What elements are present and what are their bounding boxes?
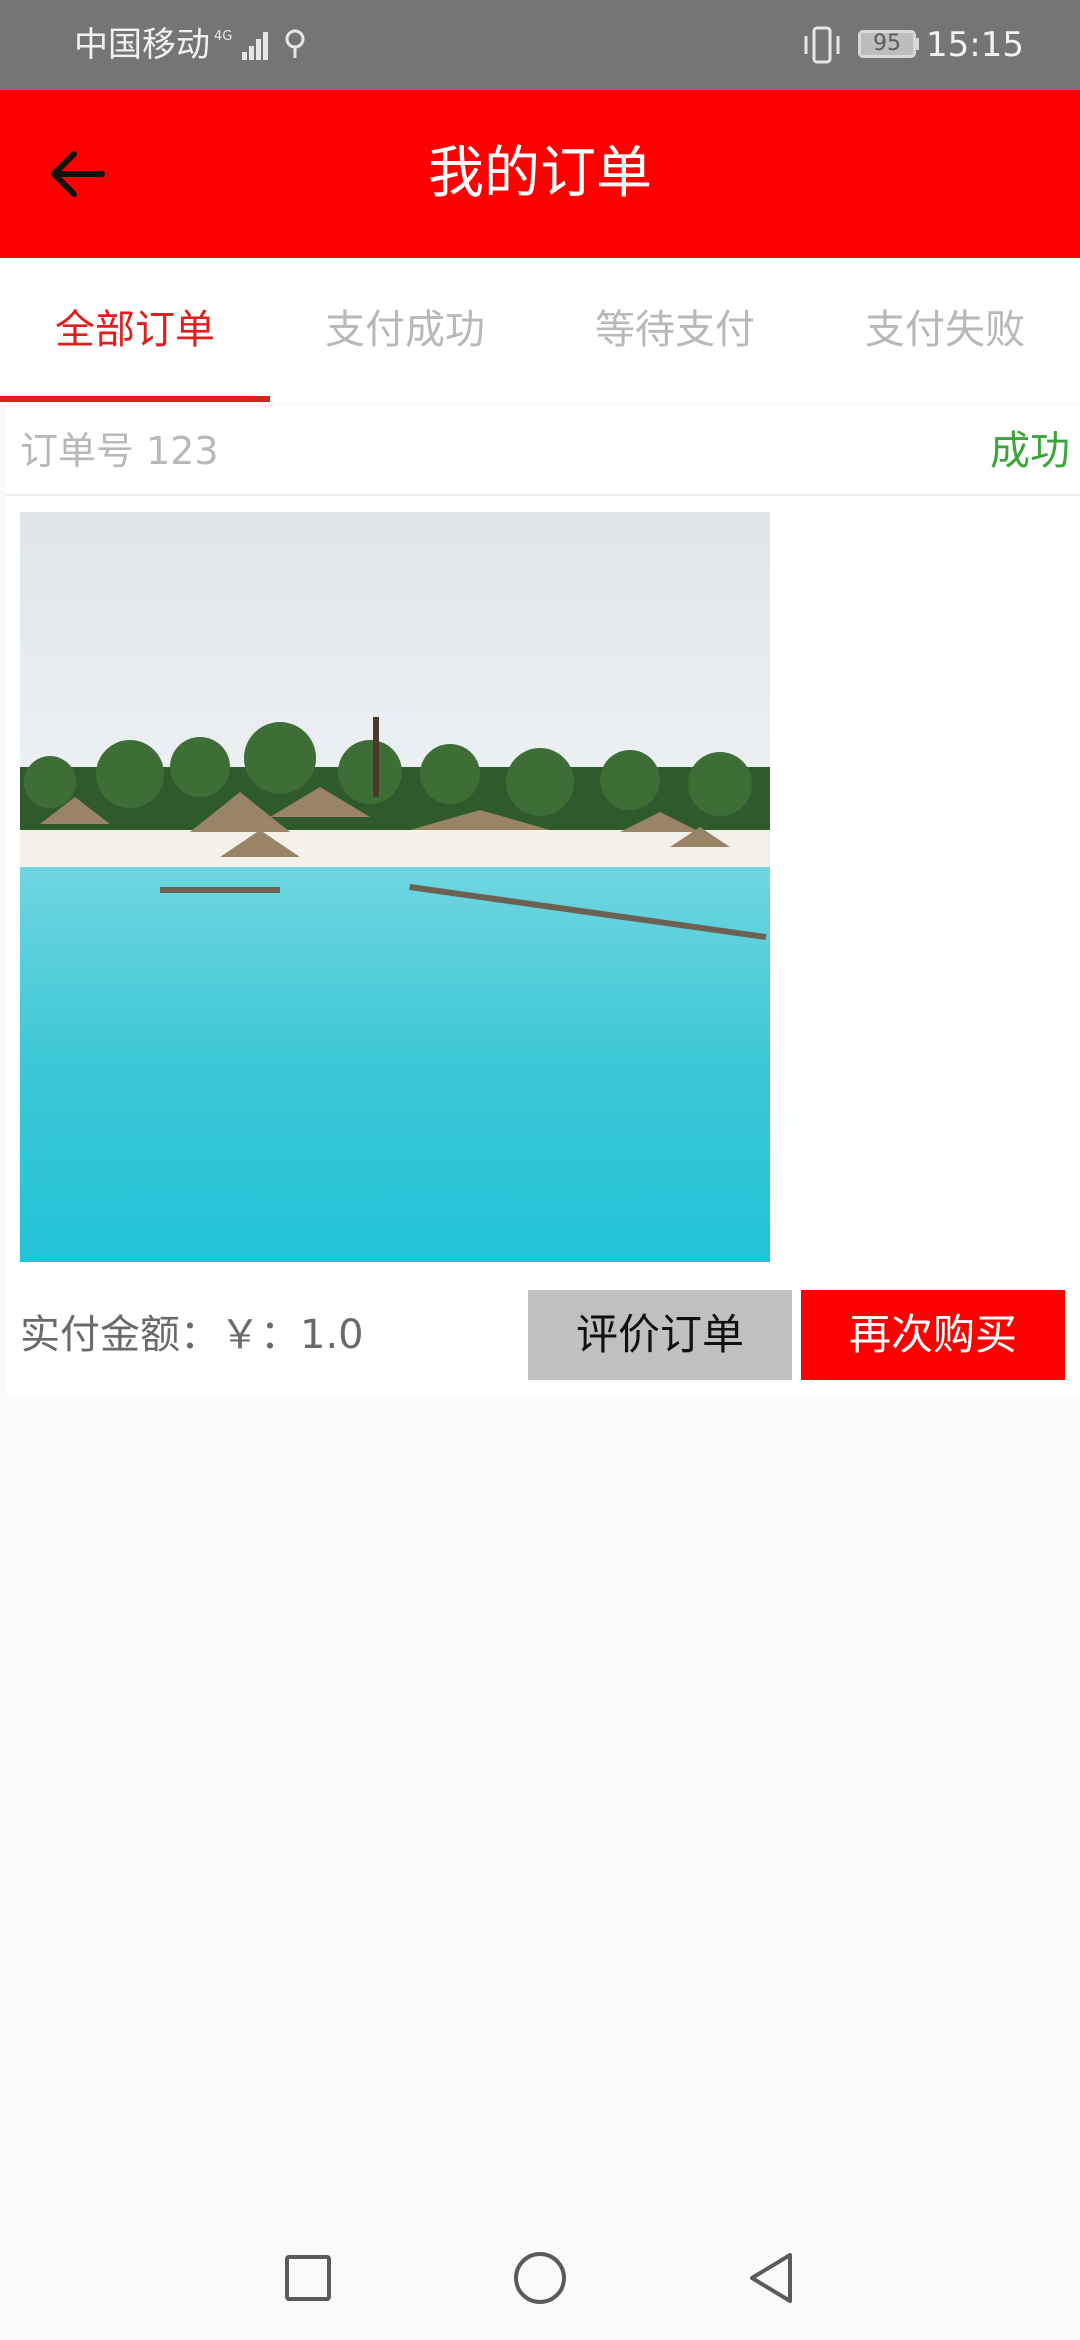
order-card[interactable]: 订单号 123 成功 实付金额：￥：1.0 评价订单 再次购买 [6, 406, 1080, 1396]
tab-pending[interactable]: 等待支付 [540, 258, 810, 402]
tab-all-orders[interactable]: 全部订单 [0, 258, 270, 402]
review-order-button[interactable]: 评价订单 [528, 1290, 792, 1380]
tab-label: 等待支付 [595, 307, 755, 353]
page-title: 我的订单 [428, 141, 652, 206]
location-icon [285, 29, 305, 58]
order-header: 订单号 123 成功 [6, 406, 1080, 496]
status-bar: 中国移动 4G 95 15:15 [0, 0, 1080, 90]
order-number: 订单号 123 [20, 429, 219, 473]
arrow-left-icon[interactable] [40, 138, 112, 210]
order-footer: 实付金额：￥：1.0 评价订单 再次购买 [6, 1290, 1080, 1380]
tab-paid[interactable]: 支付成功 [270, 258, 540, 402]
signal-icon: 4G [214, 29, 268, 60]
recents-square-icon[interactable] [278, 2248, 338, 2308]
vibrate-icon [804, 26, 840, 64]
tab-indicator [0, 396, 270, 402]
clock: 15:15 [926, 25, 1024, 65]
system-nav-bar [0, 2214, 1080, 2340]
battery-icon: 95 [858, 30, 916, 58]
network-type: 4G [214, 29, 232, 44]
tab-label: 支付失败 [865, 307, 1025, 353]
product-image[interactable] [20, 512, 770, 1262]
tab-label: 全部订单 [55, 307, 215, 353]
tab-label: 支付成功 [325, 307, 485, 353]
battery-level: 95 [873, 31, 901, 56]
order-tabs: 全部订单 支付成功 等待支付 支付失败 [0, 258, 1080, 402]
carrier-name: 中国移动 [74, 25, 210, 65]
app-bar: 我的订单 [0, 90, 1080, 258]
buy-again-button[interactable]: 再次购买 [801, 1290, 1065, 1380]
tab-failed[interactable]: 支付失败 [810, 258, 1080, 402]
home-circle-icon[interactable] [510, 2248, 570, 2308]
back-triangle-icon[interactable] [742, 2248, 802, 2308]
paid-amount: 实付金额：￥：1.0 [20, 1312, 364, 1358]
order-status: 成功 [990, 428, 1070, 474]
battery-tip [914, 38, 919, 50]
